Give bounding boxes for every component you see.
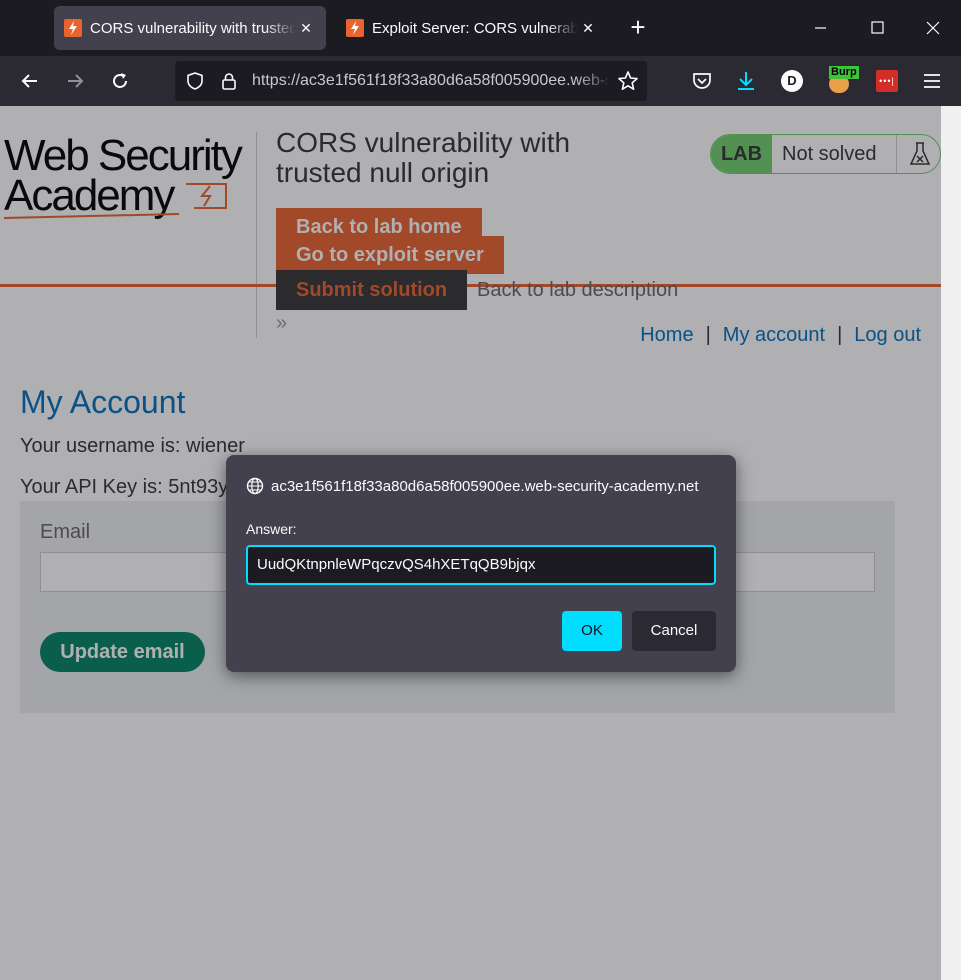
maximize-icon[interactable] <box>863 14 891 42</box>
page-scrollbar[interactable] <box>941 106 961 980</box>
tab-title: Exploit Server: CORS vulnerability with … <box>372 19 578 37</box>
tab-close-icon[interactable]: ✕ <box>578 20 598 37</box>
cancel-button[interactable]: Cancel <box>632 611 716 651</box>
prompt-dialog: ac3e1f561f18f33a80d6a58f005900ee.web-sec… <box>226 455 736 672</box>
url-fade <box>575 61 615 101</box>
address-bar[interactable]: https://ac3e1f561f18f33a80d6a58f005900ee… <box>175 61 647 101</box>
reload-icon[interactable] <box>106 67 134 95</box>
dialog-header: ac3e1f561f18f33a80d6a58f005900ee.web-sec… <box>246 477 699 495</box>
forward-icon[interactable] <box>61 67 89 95</box>
lock-icon[interactable] <box>219 71 239 96</box>
browser-toolbar: https://ac3e1f561f18f33a80d6a58f005900ee… <box>0 56 961 106</box>
window-close-icon[interactable] <box>919 14 947 42</box>
tab-title: CORS vulnerability with trusted null ori… <box>90 19 296 37</box>
shield-icon[interactable] <box>185 71 205 96</box>
avatar-letter: D <box>781 70 803 92</box>
burp-extension-icon[interactable]: Burp <box>824 66 859 95</box>
tab-cors-lab[interactable]: CORS vulnerability with trusted null ori… <box>54 6 326 50</box>
bookmark-star-icon[interactable] <box>617 70 639 97</box>
downloads-icon[interactable] <box>732 67 760 95</box>
tab-exploit-server[interactable]: Exploit Server: CORS vulnerability with … <box>336 6 608 50</box>
answer-label: Answer: <box>246 521 297 537</box>
dialog-origin: ac3e1f561f18f33a80d6a58f005900ee.web-sec… <box>271 477 699 495</box>
minimize-icon[interactable] <box>806 14 834 42</box>
burp-badge: Burp <box>829 66 859 79</box>
academy-favicon-icon <box>346 19 364 37</box>
ok-button[interactable]: OK <box>562 611 622 651</box>
globe-icon <box>246 477 264 495</box>
back-icon[interactable] <box>16 67 44 95</box>
menu-hamburger-icon[interactable] <box>918 67 946 95</box>
academy-favicon-icon <box>64 19 82 37</box>
url-text[interactable]: https://ac3e1f561f18f33a80d6a58f005900ee… <box>252 72 607 90</box>
pocket-icon[interactable] <box>688 67 716 95</box>
new-tab-button[interactable]: + <box>624 14 652 42</box>
lastpass-icon[interactable]: •••| <box>873 67 901 95</box>
answer-input[interactable]: UudQKtnpnleWPqczvQS4hXETqQB9bjqx <box>246 545 716 585</box>
browser-tab-bar: CORS vulnerability with trusted null ori… <box>0 0 961 56</box>
account-avatar-icon[interactable]: D <box>778 67 806 95</box>
tab-close-icon[interactable]: ✕ <box>296 20 316 37</box>
